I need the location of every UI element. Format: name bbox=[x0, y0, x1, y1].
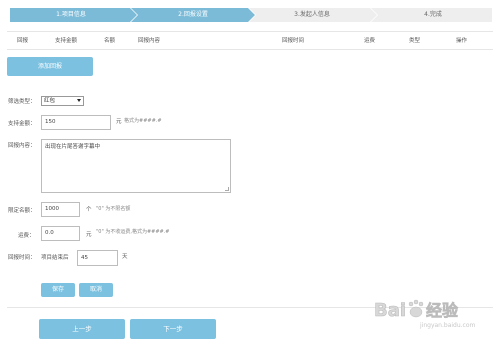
filter-type-label: 筛选类型： bbox=[8, 99, 36, 105]
amount-input[interactable]: 150 bbox=[41, 115, 111, 130]
step-complete: 4.完成 bbox=[424, 11, 442, 18]
header-quota: 名额 bbox=[104, 38, 116, 44]
reward-table-header: 回报 支持金额 名额 回报内容 回报时间 运费 类型 操作 bbox=[7, 31, 493, 50]
svg-text:jingyan.baidu.com: jingyan.baidu.com bbox=[419, 322, 476, 329]
chevron-down-icon bbox=[77, 99, 81, 102]
time-unit: 天 bbox=[122, 254, 128, 260]
quota-input[interactable]: 1000 bbox=[41, 202, 80, 217]
add-reward-button[interactable]: 添加回报 bbox=[7, 57, 93, 76]
freight-unit: 元 bbox=[86, 232, 92, 238]
header-reward: 回报 bbox=[17, 38, 29, 44]
amount-format-hint: 格式为####.# bbox=[124, 118, 162, 124]
step-initiator-info: 3.发起人信息 bbox=[294, 11, 330, 18]
amount-unit: 元 bbox=[116, 119, 122, 125]
freight-hint: "0" 为不收运费,格式为####.# bbox=[96, 229, 170, 235]
save-button[interactable]: 保存 bbox=[41, 283, 75, 297]
content-label: 回报内容： bbox=[8, 143, 36, 149]
amount-label: 支持金额： bbox=[8, 121, 36, 127]
header-freight: 运费 bbox=[364, 38, 376, 44]
content-text: 出现在片尾答谢字幕中 bbox=[45, 144, 101, 150]
quota-unit: 个 bbox=[86, 207, 92, 213]
filter-type-select[interactable]: 红包 bbox=[41, 96, 84, 106]
progress-steps: 1.项目信息 2.回报设置 3.发起人信息 4.完成 bbox=[0, 8, 500, 22]
quota-label: 限定名额： bbox=[8, 208, 36, 214]
header-time: 回报时间 bbox=[282, 38, 305, 44]
step-project-info: 1.项目信息 bbox=[56, 11, 86, 18]
resize-handle-icon[interactable] bbox=[225, 187, 229, 191]
header-type: 类型 bbox=[409, 38, 421, 44]
time-input[interactable]: 45 bbox=[77, 250, 118, 266]
next-step-button[interactable]: 下一步 bbox=[130, 319, 216, 339]
header-amount: 支持金额 bbox=[55, 38, 78, 44]
svg-text:Bai: Bai bbox=[374, 300, 406, 321]
baidu-jingyan-watermark: Bai 经验 jingyan.baidu.com bbox=[374, 300, 476, 329]
quota-hint: "0" 为不限名额 bbox=[96, 206, 131, 212]
step-reward-settings: 2.回报设置 bbox=[178, 11, 208, 18]
filter-type-value: 红包 bbox=[44, 98, 56, 104]
header-content: 回报内容 bbox=[138, 38, 161, 44]
cancel-button[interactable]: 取消 bbox=[79, 283, 113, 297]
prev-step-button[interactable]: 上一步 bbox=[39, 319, 125, 339]
time-prefix: 项目结束后 bbox=[41, 255, 69, 261]
content-textarea[interactable]: 出现在片尾答谢字幕中 bbox=[41, 139, 231, 193]
header-actions: 操作 bbox=[456, 38, 468, 44]
freight-label: 运费： bbox=[18, 233, 35, 239]
freight-input[interactable]: 0.0 bbox=[41, 226, 80, 241]
time-label: 回报时间： bbox=[8, 255, 36, 261]
svg-text:经验: 经验 bbox=[426, 301, 459, 320]
